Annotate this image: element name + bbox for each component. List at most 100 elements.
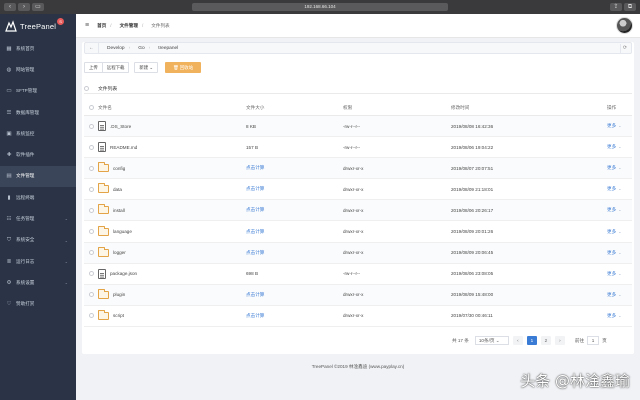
table-row[interactable]: plugin 点击计算 drwxr-xr-x 2019/08/09 15:48:00 更… [84, 284, 632, 306]
file-size[interactable]: 点击计算 [246, 250, 343, 256]
sidebar-item-8[interactable]: ☷ 任务管理 ⌄ [0, 208, 76, 229]
file-size[interactable]: 点击计算 [246, 229, 343, 235]
back-icon[interactable]: ‹ [4, 3, 16, 11]
page-button-1[interactable]: 1 [526, 336, 537, 345]
file-name[interactable]: .DS_Store [110, 124, 131, 129]
row-checkbox[interactable] [88, 144, 94, 150]
path-segment-treepanel[interactable]: treepanel [158, 46, 178, 51]
table-row[interactable]: script 点击计算 drwxr-xr-x 2019/07/30 00:46:11 更… [84, 306, 632, 327]
table-row[interactable]: language 点击计算 drwxr-xr-x 2019/08/09 20:01:2… [84, 221, 632, 243]
table-row[interactable]: logger 点击计算 drwxr-xr-x 2019/08/09 20:06:45 更… [84, 242, 632, 264]
page-size-select[interactable]: 10条/页 ⌄ [474, 336, 509, 345]
more-button[interactable]: 更多 ⌄ [607, 229, 632, 235]
total-count: 共 17 条 [452, 337, 469, 343]
file-size[interactable]: 点击计算 [246, 186, 343, 192]
refresh-icon[interactable]: ⟳ [620, 44, 629, 53]
column-modified[interactable]: 修改时间 [451, 105, 607, 111]
file-name[interactable]: README.md [110, 145, 137, 150]
table-row[interactable]: config 点击计算 drwxr-xr-x 2019/08/07 20:07:51 更… [84, 158, 632, 180]
page-button-2[interactable]: 2 [540, 336, 551, 345]
row-checkbox[interactable] [88, 123, 94, 129]
more-label: 更多 [607, 144, 617, 150]
header-checkbox[interactable] [88, 105, 94, 110]
more-button[interactable]: 更多 ⌄ [607, 271, 632, 277]
row-checkbox[interactable] [88, 186, 94, 192]
avatar[interactable] [616, 17, 633, 34]
sidebar-item-label: 远程终端 [16, 194, 35, 200]
recycle-label: 回收站 [179, 65, 194, 70]
menu-icon[interactable]: ≡ [85, 22, 89, 29]
chevron-down-icon: ⌄ [618, 250, 622, 255]
more-button[interactable]: 更多 ⌄ [607, 144, 632, 150]
remote-download-button[interactable]: 远程下载 [102, 62, 130, 73]
sidebar-item-2[interactable]: ▭ SFTP管理 [0, 81, 76, 102]
sidebar-item-label: 软件插件 [16, 152, 35, 158]
file-size[interactable]: 点击计算 [246, 313, 343, 319]
recycle-bin-button[interactable]: 🗑 回收站 [165, 62, 202, 73]
sidebar-item-7[interactable]: ▮ 远程终端 [0, 187, 76, 208]
file-name[interactable]: language [113, 229, 132, 234]
more-button[interactable]: 更多 ⌄ [607, 250, 632, 256]
goto-input[interactable]: 1 [587, 336, 600, 345]
sidebar-item-3[interactable]: ☰ 数据库管理 [0, 102, 76, 123]
table-row[interactable]: .DS_Store 8 KB -rw-r--r-- 2019/08/08 16:42:… [84, 116, 632, 138]
sidebar-item-label: 赞助打赏 [16, 301, 35, 307]
share-icon[interactable]: ⇪ [610, 3, 622, 11]
file-name[interactable]: config [113, 166, 125, 171]
breadcrumb-home[interactable]: 首页 [97, 23, 106, 29]
sidebar-item-5[interactable]: ✚ 软件插件 [0, 144, 76, 165]
row-checkbox[interactable] [88, 165, 94, 171]
tabs-icon[interactable]: ⧉ [624, 3, 636, 11]
table-row[interactable]: package.json 698 B -rw-r--r-- 2019/08/06 23… [84, 264, 632, 285]
forward-icon[interactable]: › [18, 3, 30, 11]
sidebar-item-0[interactable]: ▦ 系统首页 [0, 38, 76, 59]
more-button[interactable]: 更多 ⌄ [607, 292, 632, 298]
more-button[interactable]: 更多 ⌄ [607, 165, 632, 171]
upload-button[interactable]: 上传 [84, 62, 103, 73]
row-checkbox[interactable] [88, 250, 94, 256]
file-size[interactable]: 点击计算 [246, 292, 343, 298]
sidebar-item-1[interactable]: ◍ 网站管理 [0, 59, 76, 80]
breadcrumb-file-manager[interactable]: 文件管理 [120, 23, 138, 29]
sidebar-item-9[interactable]: ⛉ 系统安全 ⌄ [0, 230, 76, 251]
sidebar-toggle-icon[interactable]: ▭ [32, 3, 44, 11]
new-dropdown-button[interactable]: 新建 ⌄ [134, 62, 159, 73]
file-name[interactable]: script [113, 313, 124, 318]
file-name[interactable]: logger [113, 250, 126, 255]
row-checkbox[interactable] [88, 313, 94, 319]
file-size[interactable]: 点击计算 [246, 165, 343, 171]
file-size[interactable]: 点击计算 [246, 207, 343, 213]
path-segment-go[interactable]: Go [138, 46, 144, 51]
sidebar-item-4[interactable]: ▣ 系统监控 [0, 123, 76, 144]
more-button[interactable]: 更多 ⌄ [607, 313, 632, 319]
table-row[interactable]: install 点击计算 drwxr-xr-x 2019/08/06 20:26:17… [84, 200, 632, 222]
sidebar-item-10[interactable]: ≣ 运行日志 ⌄ [0, 251, 76, 272]
prev-page-button[interactable]: ‹ [512, 336, 523, 345]
file-name[interactable]: install [113, 208, 125, 213]
select-all-checkbox[interactable] [84, 86, 89, 91]
more-button[interactable]: 更多 ⌄ [607, 207, 632, 213]
column-permission: 权限 [343, 104, 353, 110]
back-arrow-icon[interactable]: ← [85, 43, 99, 53]
table-row[interactable]: README.md 157 B -rw-r--r-- 2019/08/06 19:04… [84, 137, 632, 159]
column-size[interactable]: 文件大小 [246, 105, 343, 111]
row-checkbox[interactable] [88, 207, 94, 213]
column-name[interactable]: 文件名 [98, 105, 246, 111]
logo[interactable]: TreePanel S [0, 14, 76, 38]
more-button[interactable]: 更多 ⌄ [607, 186, 632, 192]
address-bar[interactable]: 192.168.66.104 [192, 3, 448, 11]
row-checkbox[interactable] [88, 271, 94, 277]
path-segment-develop[interactable]: Develop [107, 46, 125, 51]
file-name[interactable]: plugin [113, 292, 125, 297]
row-checkbox[interactable] [88, 292, 94, 298]
more-label: 更多 [607, 249, 617, 255]
sidebar-item-11[interactable]: ⚙ 系统设置 ⌄ [0, 272, 76, 293]
file-name[interactable]: data [113, 187, 122, 192]
row-checkbox[interactable] [88, 229, 94, 235]
next-page-button[interactable]: › [554, 336, 565, 345]
table-row[interactable]: data 点击计算 drwxr-xr-x 2019/08/09 21:18:01 更多 ⌄ [84, 179, 632, 201]
more-button[interactable]: 更多 ⌄ [607, 123, 632, 129]
sidebar-item-12[interactable]: ♡ 赞助打赏 [0, 294, 76, 315]
sidebar-item-6[interactable]: ▤ 文件管理 [0, 165, 76, 188]
file-name[interactable]: package.json [110, 271, 137, 276]
